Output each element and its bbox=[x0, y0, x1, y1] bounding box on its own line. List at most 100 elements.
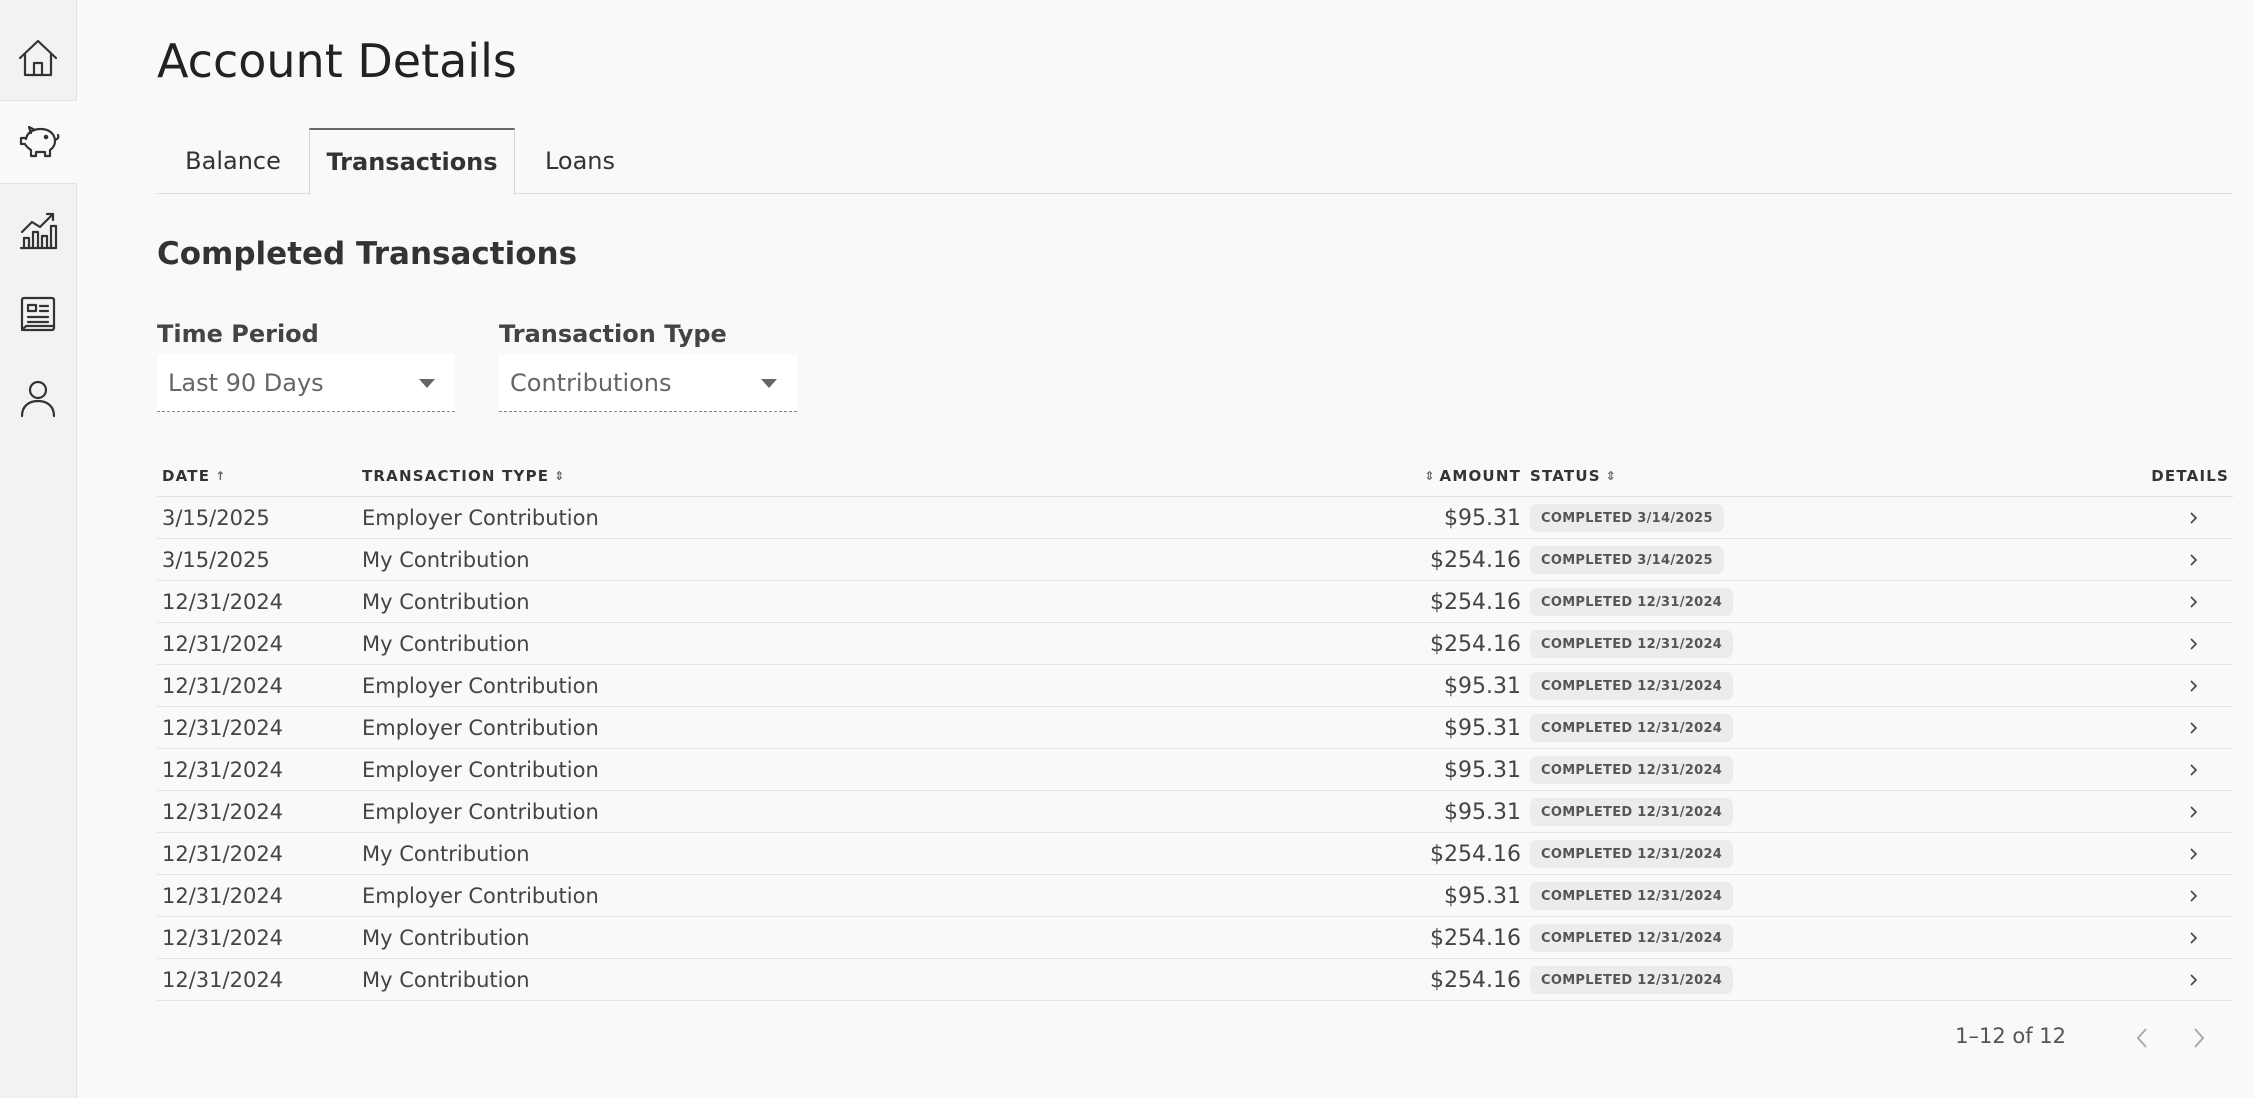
status-badge: COMPLETED 3/14/2025 bbox=[1530, 546, 1724, 574]
sort-icon: ⇕ bbox=[1424, 468, 1435, 483]
sidebar-nav bbox=[0, 0, 77, 1098]
row-transaction-type: My Contribution bbox=[362, 632, 530, 656]
table-row[interactable]: 12/31/2024 My Contribution $254.16 COMPLETE… bbox=[157, 959, 2233, 1001]
sidebar-item-home[interactable] bbox=[0, 16, 76, 100]
chevron-right-icon bbox=[2190, 680, 2198, 692]
row-date: 12/31/2024 bbox=[162, 800, 284, 824]
column-header-transaction-type[interactable]: TRANSACTION TYPE ⇕ bbox=[362, 454, 569, 497]
row-amount: $95.31 bbox=[1444, 757, 1521, 783]
status-badge: COMPLETED 12/31/2024 bbox=[1530, 924, 1734, 952]
table-header: DATE ↑ TRANSACTION TYPE ⇕ ⇕ AMOUNT STATU… bbox=[157, 454, 2233, 497]
row-transaction-type: Employer Contribution bbox=[362, 800, 599, 824]
chevron-right-icon bbox=[2190, 638, 2198, 650]
row-transaction-type: My Contribution bbox=[362, 842, 530, 866]
chevron-right-icon bbox=[2190, 848, 2198, 860]
column-header-status[interactable]: STATUS ⇕ bbox=[1530, 454, 1621, 497]
row-transaction-type: My Contribution bbox=[362, 548, 530, 572]
sort-ascending-icon: ↑ bbox=[215, 468, 226, 483]
row-amount: $254.16 bbox=[1430, 967, 1521, 993]
column-header-amount[interactable]: ⇕ AMOUNT bbox=[1419, 454, 1521, 497]
row-date: 12/31/2024 bbox=[162, 758, 284, 782]
row-details-button[interactable] bbox=[2183, 665, 2203, 707]
row-details-button[interactable] bbox=[2183, 539, 2203, 581]
row-details-button[interactable] bbox=[2183, 917, 2203, 959]
row-date: 3/15/2025 bbox=[162, 548, 270, 572]
row-details-button[interactable] bbox=[2183, 875, 2203, 917]
chevron-right-icon bbox=[2190, 722, 2198, 734]
row-details-button[interactable] bbox=[2183, 833, 2203, 875]
table-row[interactable]: 3/15/2025 My Contribution $254.16 COMPLETED… bbox=[157, 539, 2233, 581]
table-row[interactable]: 12/31/2024 Employer Contribution $95.31 COM… bbox=[157, 707, 2233, 749]
status-badge: COMPLETED 12/31/2024 bbox=[1530, 672, 1734, 700]
row-transaction-type: My Contribution bbox=[362, 968, 530, 992]
chevron-right-icon bbox=[2190, 596, 2198, 608]
transaction-type-value: Contributions bbox=[510, 368, 672, 397]
next-page-button[interactable] bbox=[2185, 1024, 2213, 1052]
row-amount: $254.16 bbox=[1430, 547, 1521, 573]
section-title: Completed Transactions bbox=[157, 236, 578, 272]
caret-down-icon bbox=[761, 379, 777, 388]
row-date: 12/31/2024 bbox=[162, 716, 284, 740]
table-row[interactable]: 12/31/2024 Employer Contribution $95.31 COM… bbox=[157, 665, 2233, 707]
tab-loans[interactable]: Loans bbox=[515, 128, 645, 194]
row-transaction-type: My Contribution bbox=[362, 926, 530, 950]
table-row[interactable]: 12/31/2024 Employer Contribution $95.31 COM… bbox=[157, 791, 2233, 833]
row-transaction-type: Employer Contribution bbox=[362, 674, 599, 698]
transaction-type-select[interactable]: Contributions bbox=[499, 354, 797, 412]
row-amount: $95.31 bbox=[1444, 715, 1521, 741]
row-details-button[interactable] bbox=[2183, 623, 2203, 665]
chevron-right-icon bbox=[2190, 554, 2198, 566]
table-body: 3/15/2025 Employer Contribution $95.31 COMP… bbox=[157, 497, 2233, 1001]
tab-bar: Balance Transactions Loans bbox=[157, 128, 2233, 195]
status-badge: COMPLETED 12/31/2024 bbox=[1530, 756, 1734, 784]
row-details-button[interactable] bbox=[2183, 791, 2203, 833]
table-row[interactable]: 12/31/2024 My Contribution $254.16 COMPLETE… bbox=[157, 581, 2233, 623]
home-icon bbox=[18, 39, 58, 77]
chart-icon bbox=[19, 212, 58, 250]
status-badge: COMPLETED 12/31/2024 bbox=[1530, 798, 1734, 826]
row-amount: $95.31 bbox=[1444, 799, 1521, 825]
status-badge: COMPLETED 12/31/2024 bbox=[1530, 714, 1734, 742]
column-header-type-label: TRANSACTION TYPE bbox=[362, 466, 550, 485]
row-amount: $95.31 bbox=[1444, 505, 1521, 531]
row-amount: $95.31 bbox=[1444, 883, 1521, 909]
status-badge: COMPLETED 12/31/2024 bbox=[1530, 840, 1734, 868]
chevron-right-icon bbox=[2190, 512, 2198, 524]
row-transaction-type: Employer Contribution bbox=[362, 716, 599, 740]
column-header-date[interactable]: DATE ↑ bbox=[162, 454, 230, 497]
status-badge: COMPLETED 12/31/2024 bbox=[1530, 966, 1734, 994]
table-row[interactable]: 12/31/2024 Employer Contribution $95.31 COM… bbox=[157, 749, 2233, 791]
tab-balance[interactable]: Balance bbox=[157, 128, 309, 194]
row-details-button[interactable] bbox=[2183, 959, 2203, 1001]
row-details-button[interactable] bbox=[2183, 749, 2203, 791]
table-row[interactable]: 12/31/2024 My Contribution $254.16 COMPLETE… bbox=[157, 917, 2233, 959]
row-amount: $254.16 bbox=[1430, 841, 1521, 867]
sidebar-item-savings[interactable] bbox=[0, 100, 77, 184]
row-details-button[interactable] bbox=[2183, 497, 2203, 539]
chevron-left-icon bbox=[2136, 1028, 2147, 1048]
row-details-button[interactable] bbox=[2183, 581, 2203, 623]
table-row[interactable]: 12/31/2024 My Contribution $254.16 COMPLETE… bbox=[157, 623, 2233, 665]
table-row[interactable]: 3/15/2025 Employer Contribution $95.31 COMP… bbox=[157, 497, 2233, 539]
sidebar-item-profile[interactable] bbox=[0, 356, 76, 440]
previous-page-button[interactable] bbox=[2128, 1024, 2156, 1052]
time-period-select[interactable]: Last 90 Days bbox=[157, 354, 455, 412]
tab-transactions[interactable]: Transactions bbox=[309, 128, 515, 195]
sidebar-item-investments[interactable] bbox=[0, 188, 76, 272]
transaction-type-label: Transaction Type bbox=[499, 320, 727, 348]
chevron-right-icon bbox=[2190, 932, 2198, 944]
table-row[interactable]: 12/31/2024 My Contribution $254.16 COMPLETE… bbox=[157, 833, 2233, 875]
page-title: Account Details bbox=[157, 34, 517, 88]
row-date: 12/31/2024 bbox=[162, 968, 284, 992]
row-amount: $254.16 bbox=[1430, 631, 1521, 657]
table-row[interactable]: 12/31/2024 Employer Contribution $95.31 COM… bbox=[157, 875, 2233, 917]
chevron-right-icon bbox=[2190, 890, 2198, 902]
status-badge: COMPLETED 12/31/2024 bbox=[1530, 882, 1734, 910]
column-header-status-label: STATUS bbox=[1530, 466, 1601, 485]
row-date: 12/31/2024 bbox=[162, 590, 284, 614]
sidebar-item-documents[interactable] bbox=[0, 272, 76, 356]
row-details-button[interactable] bbox=[2183, 707, 2203, 749]
user-icon bbox=[20, 380, 56, 418]
row-date: 12/31/2024 bbox=[162, 842, 284, 866]
row-date: 12/31/2024 bbox=[162, 884, 284, 908]
